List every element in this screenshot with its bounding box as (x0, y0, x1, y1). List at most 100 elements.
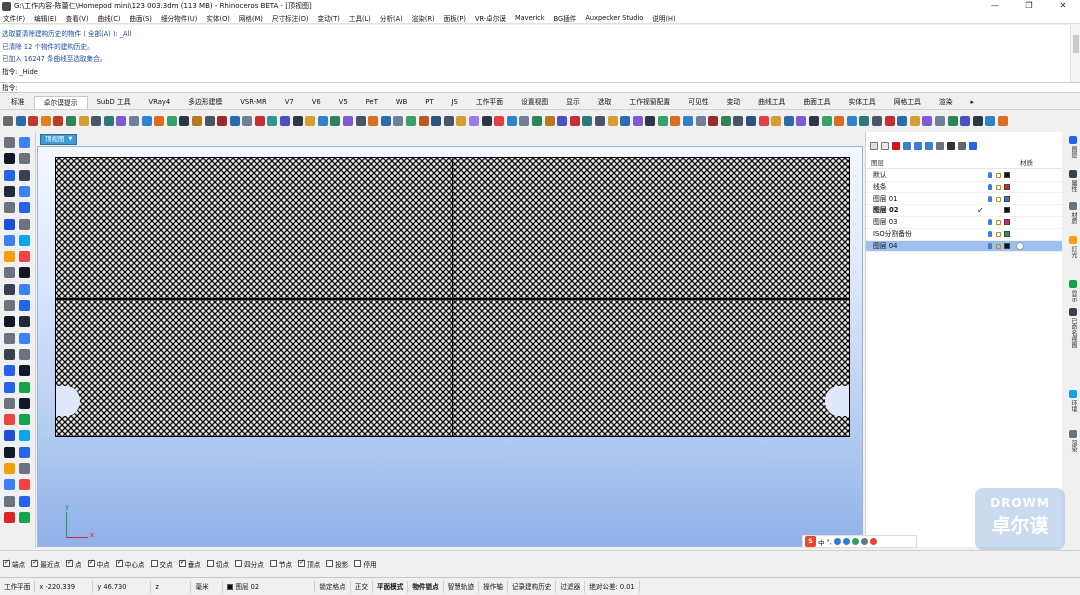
tab-item[interactable]: JS (443, 96, 467, 109)
tab-item[interactable]: SubD 工具 (88, 96, 140, 109)
palette-tool-icon[interactable] (4, 234, 15, 246)
menu-mesh[interactable]: 网格(M) (239, 13, 263, 23)
palette-tool-icon[interactable] (4, 251, 15, 263)
tool-icon[interactable] (91, 116, 102, 126)
tab-item[interactable]: 显示 (557, 96, 589, 109)
palette-tool-icon[interactable] (4, 365, 15, 377)
menu-maverick[interactable]: Maverick (515, 14, 545, 22)
scroll-thumb[interactable] (1073, 35, 1079, 53)
osnap-option[interactable]: 投影 (326, 559, 348, 569)
layer-color-swatch[interactable] (1004, 242, 1010, 249)
tool-icon[interactable] (720, 116, 731, 126)
tool-icon[interactable] (494, 116, 505, 126)
layer-color-swatch[interactable] (1004, 219, 1010, 226)
tool-icon[interactable] (305, 116, 316, 126)
tool-icon[interactable] (154, 116, 165, 126)
palette-tool-icon[interactable] (19, 430, 30, 442)
palette-tool-icon[interactable] (4, 446, 15, 458)
tool-icon[interactable] (468, 116, 479, 126)
menu-auxpecker[interactable]: Auxpecker Studio (585, 14, 643, 22)
tool-icon[interactable] (594, 116, 605, 126)
tool-icon[interactable] (65, 116, 76, 126)
lock-icon[interactable] (996, 184, 1001, 190)
status-osnap[interactable]: 物件锁点 (408, 580, 444, 593)
palette-tool-icon[interactable] (19, 202, 30, 214)
tool-icon[interactable] (15, 116, 26, 126)
osnap-checkbox[interactable] (31, 558, 39, 567)
palette-tool-icon[interactable] (19, 137, 30, 148)
tool-icon[interactable] (431, 116, 442, 126)
tab-item[interactable]: 工作平面 (467, 96, 512, 109)
osnap-checkbox[interactable] (206, 560, 214, 567)
tab-item[interactable]: 卓尔谟提示 (33, 96, 88, 109)
side-tab[interactable]: 显示 (1065, 280, 1078, 302)
tool-icon[interactable] (771, 116, 782, 126)
menu-vr[interactable]: VR-卓尔谟 (475, 13, 506, 23)
tool-icon[interactable] (204, 116, 215, 126)
layer-color-swatch[interactable] (1004, 172, 1010, 178)
tab-item[interactable]: 渲染 (930, 96, 962, 109)
palette-tool-icon[interactable] (4, 153, 15, 165)
command-line-input[interactable]: 指令: (0, 82, 1080, 93)
palette-tool-icon[interactable] (19, 316, 30, 328)
status-grid-snap[interactable]: 锁定格点 (315, 580, 351, 593)
osnap-option[interactable]: 中点 (87, 558, 110, 569)
tab-item[interactable]: 网格工具 (885, 96, 930, 109)
palette-tool-icon[interactable] (4, 430, 15, 442)
osnap-checkbox[interactable] (87, 558, 95, 567)
chevron-down-icon[interactable]: ▼ (69, 134, 73, 145)
status-planar[interactable]: 平面模式 (373, 580, 409, 593)
layer-row[interactable]: 图层 03 (866, 217, 1062, 229)
layer-color-swatch[interactable] (1004, 183, 1010, 190)
palette-tool-icon[interactable] (19, 185, 30, 197)
tab-item[interactable]: 工作视窗配置 (620, 96, 679, 109)
tool-icon[interactable] (645, 116, 656, 126)
tab-item[interactable]: 多边形建模 (179, 96, 231, 109)
tool-icon[interactable] (947, 116, 958, 126)
osnap-option[interactable]: 节点 (269, 559, 292, 569)
visibility-bulb-icon[interactable] (988, 172, 992, 178)
filter-icon[interactable] (947, 142, 955, 150)
tool-icon[interactable] (972, 116, 983, 126)
tool-icon[interactable] (128, 116, 139, 126)
mic-icon[interactable] (842, 538, 850, 545)
palette-tool-icon[interactable] (19, 153, 30, 165)
side-tab[interactable]: 灯光 (1065, 236, 1078, 258)
palette-tool-icon[interactable] (19, 218, 30, 230)
menu-tools[interactable]: 工具(L) (349, 13, 371, 23)
tool-icon[interactable] (456, 116, 467, 126)
tool-icon[interactable] (368, 116, 379, 126)
osnap-option[interactable]: 最近点 (31, 558, 60, 569)
palette-tool-icon[interactable] (4, 511, 15, 523)
status-cplane[interactable]: 工作平面 (0, 580, 36, 593)
osnap-checkbox[interactable] (150, 560, 158, 567)
layer-color-swatch[interactable] (1004, 195, 1010, 202)
osnap-option[interactable]: 点 (65, 558, 82, 569)
menu-edit[interactable]: 编辑(E) (34, 13, 57, 23)
layer-color-swatch[interactable] (1004, 207, 1010, 214)
osnap-checkbox[interactable] (178, 558, 186, 567)
tool-icon[interactable] (607, 116, 618, 126)
tool-icon[interactable] (406, 116, 416, 126)
tab-item[interactable]: 曲面工具 (794, 96, 839, 109)
skin-icon[interactable] (860, 538, 868, 545)
visibility-bulb-icon[interactable] (988, 195, 992, 202)
maximize-button[interactable]: ❐ (1012, 0, 1046, 12)
palette-tool-icon[interactable] (4, 479, 15, 491)
palette-tool-icon[interactable] (19, 414, 30, 426)
tool-icon[interactable] (355, 116, 366, 126)
move-down-icon[interactable] (914, 142, 922, 150)
tool-icon[interactable] (103, 116, 114, 126)
minimize-button[interactable]: — (978, 0, 1012, 12)
tool-icon[interactable] (997, 116, 1008, 126)
lock-icon[interactable] (996, 196, 1001, 202)
osnap-option[interactable]: 切点 (206, 559, 229, 569)
tool-icon[interactable] (821, 116, 832, 126)
tool-icon[interactable] (796, 116, 807, 126)
tab-item[interactable]: PT (416, 96, 442, 109)
lock-icon[interactable] (996, 173, 1001, 178)
tool-icon[interactable] (897, 116, 908, 126)
tool-icon[interactable] (783, 116, 794, 126)
lock-icon[interactable] (996, 220, 1001, 226)
tool-icon[interactable] (179, 116, 190, 126)
